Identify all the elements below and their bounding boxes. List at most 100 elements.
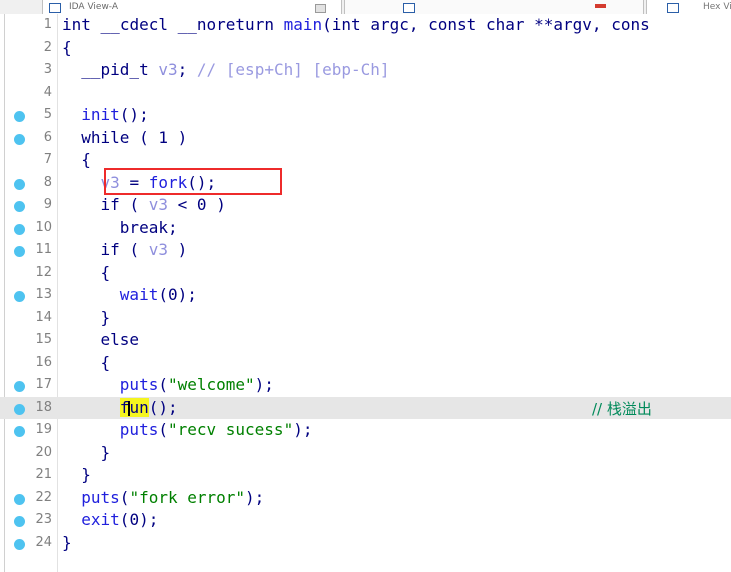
line-number: 13 (35, 287, 52, 302)
code-line[interactable]: 7 { (0, 149, 731, 172)
punctuation: } (81, 465, 91, 484)
line-number: 11 (35, 242, 52, 257)
variable-name[interactable]: v3 (158, 60, 177, 79)
punctuation: (); (148, 397, 178, 417)
number-literal: 0 (196, 195, 207, 214)
keyword: __noreturn (177, 15, 274, 34)
punctuation: , (591, 15, 602, 34)
code-text[interactable]: puts("welcome"); (62, 375, 274, 394)
line-number: 1 (43, 17, 52, 32)
punctuation: ( (119, 510, 130, 529)
punctuation: (); (187, 172, 217, 192)
function-name[interactable]: init (81, 105, 120, 124)
code-text[interactable]: { (62, 262, 111, 282)
code-line[interactable]: 9 if ( v3 < 0 ) (0, 194, 731, 217)
code-text[interactable]: { (62, 150, 91, 169)
code-text[interactable]: break; (62, 218, 178, 237)
code-line[interactable]: 2{ (0, 37, 731, 60)
tab-label: IDA View-A (69, 2, 119, 12)
function-name[interactable]: puts (81, 488, 120, 507)
code-text[interactable]: __pid_t v3; // [esp+Ch] [ebp-Ch] (62, 60, 389, 79)
function-name[interactable]: wait (120, 285, 159, 304)
punctuation: { (100, 352, 111, 372)
code-text[interactable]: init(); (62, 105, 149, 124)
code-text[interactable]: while ( 1 ) (62, 128, 187, 147)
window-icon (403, 3, 415, 13)
tab-label: Hex View-1 (703, 2, 731, 12)
code-text[interactable]: v3 = fork(); (62, 172, 217, 192)
code-line[interactable]: 16 { (0, 352, 731, 375)
code-line[interactable]: 22 puts("fork error"); (0, 487, 731, 510)
identifier: cons (611, 15, 650, 34)
line-number: 4 (43, 84, 52, 100)
line-number: 17 (35, 377, 52, 392)
code-text[interactable]: int __cdecl __noreturn main(int argc, co… (62, 15, 650, 34)
code-line[interactable]: 14 } (0, 307, 731, 330)
punctuation: { (100, 262, 111, 282)
close-icon[interactable] (315, 4, 326, 13)
code-text[interactable]: puts("recv sucess"); (62, 420, 313, 439)
code-line[interactable]: 24} (0, 532, 731, 555)
punctuation: ); (139, 510, 159, 529)
function-name[interactable]: fork (149, 173, 188, 192)
variable-name[interactable]: v3 (149, 240, 168, 259)
variable-name[interactable]: v3 (149, 195, 168, 214)
code-text[interactable]: } (62, 443, 111, 462)
close-icon[interactable] (595, 4, 606, 8)
code-text[interactable]: puts("fork error"); (62, 488, 264, 507)
code-line[interactable]: 8 v3 = fork(); (0, 172, 731, 195)
line-number: 21 (35, 467, 52, 482)
code-line[interactable]: 21 } (0, 464, 731, 487)
code-text[interactable]: { (62, 352, 111, 372)
code-line[interactable]: 15 else (0, 329, 731, 352)
code-line[interactable]: 1 int __cdecl __noreturn main(int argc, c… (0, 14, 731, 37)
code-line[interactable]: 11 if ( v3 ) (0, 239, 731, 262)
function-name[interactable]: puts (120, 375, 159, 394)
code-line[interactable]: 10 break; (0, 217, 731, 240)
variable-name[interactable]: v3 (101, 173, 120, 192)
function-name[interactable]: puts (120, 420, 159, 439)
code-line[interactable]: 18 fun(); // 栈溢出 (0, 396, 731, 419)
keyword: char (485, 15, 525, 34)
code-text[interactable]: if ( v3 ) (62, 240, 188, 259)
punctuation: ( (158, 420, 168, 439)
number-literal: 1 (158, 127, 168, 147)
code-text[interactable]: } (62, 465, 91, 484)
code-text[interactable]: if ( v3 < 0 ) (62, 195, 226, 214)
code-line[interactable]: 5 init(); (0, 104, 731, 127)
tab-ida-view-a[interactable]: IDA View-A (42, 0, 342, 14)
keyword: break (119, 217, 168, 237)
code-text[interactable]: { (62, 38, 72, 57)
line-number: 20 (35, 444, 52, 460)
code-line[interactable]: 20 } (0, 442, 731, 465)
pseudocode-editor[interactable]: 1 int __cdecl __noreturn main(int argc, c… (0, 14, 731, 572)
punctuation: ); (254, 375, 274, 394)
punctuation: ) (216, 195, 226, 214)
code-line[interactable]: 19 puts("recv sucess"); (0, 419, 731, 442)
code-line[interactable]: 6 while ( 1 ) (0, 127, 731, 150)
punctuation: ); (177, 285, 197, 304)
punctuation: , (408, 15, 419, 34)
code-text[interactable]: else (62, 330, 140, 349)
code-line[interactable]: 3 __pid_t v3; // [esp+Ch] [ebp-Ch] (0, 59, 731, 82)
code-text[interactable]: fun(); (62, 397, 178, 417)
code-line[interactable]: 13 wait(0); (0, 284, 731, 307)
code-text[interactable]: wait(0); (62, 285, 197, 304)
code-line[interactable]: 17 puts("welcome"); (0, 374, 731, 397)
tab-hex-view-1[interactable]: Hex View-1 (646, 0, 731, 14)
code-line[interactable]: 12 { (0, 262, 731, 285)
line-number: 8 (43, 174, 52, 190)
code-text[interactable]: exit(0); (62, 510, 158, 529)
function-name[interactable]: exit (81, 510, 120, 529)
code-line[interactable]: 23 exit(0); (0, 509, 731, 532)
identifier: argv (553, 15, 592, 34)
punctuation: (); (119, 105, 149, 124)
tab-pseudocode-a[interactable] (344, 0, 644, 14)
function-name[interactable]: main (284, 15, 323, 34)
selected-token[interactable]: fun (119, 397, 149, 417)
code-text[interactable]: } (62, 308, 111, 327)
string-literal: "fork error" (129, 487, 246, 507)
line-number: 23 (35, 512, 52, 527)
code-line[interactable]: 4 (0, 82, 731, 105)
code-text[interactable]: } (62, 533, 72, 552)
